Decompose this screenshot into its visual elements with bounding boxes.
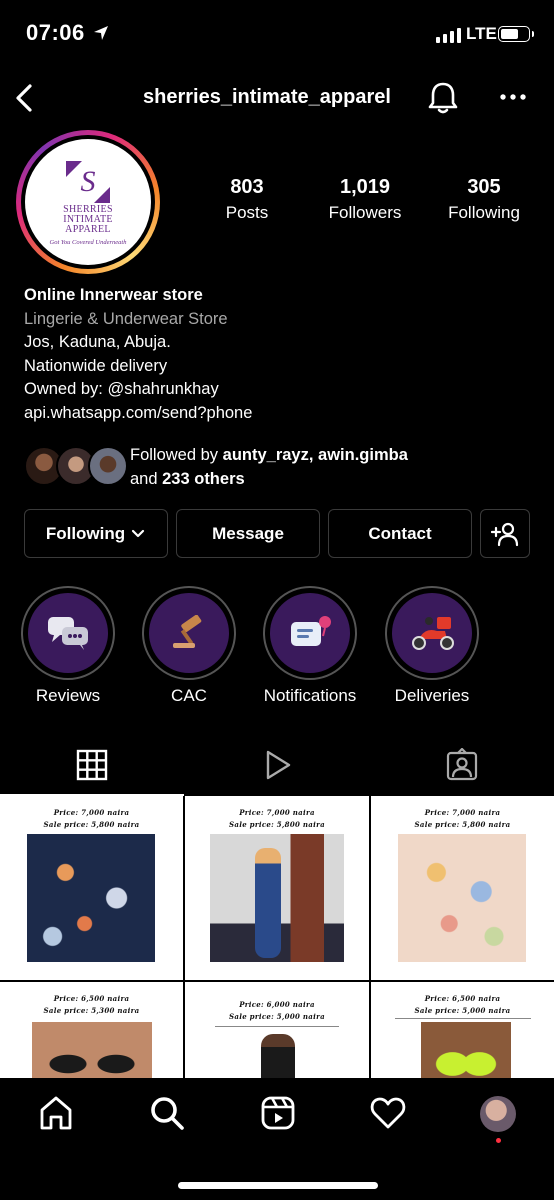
highlight-label-reviews: Reviews [35,686,101,705]
brand-monogram-icon: S [66,160,110,203]
more-options-icon[interactable] [498,82,528,112]
post-thumbnail[interactable]: Price: 7,000 naira Sale price: 5,800 nai… [0,796,183,980]
location-arrow-icon [94,26,108,40]
reels-icon[interactable] [259,1094,297,1132]
posts-count: 803 [230,176,264,198]
bio-line-locations: Jos, Kaduna, Abuja. [24,333,171,352]
notification-card-icon [291,616,331,646]
post-image [32,1022,152,1078]
notification-dot [496,1138,501,1143]
highlight-notifications[interactable]: Notifications [263,586,357,705]
following-label: Following [448,203,520,222]
following-count: 305 [467,176,501,198]
top-nav: sherries_intimate_apparel [0,76,554,120]
following-button[interactable]: Following [24,509,168,558]
cellular-signal-icon [436,28,461,43]
bio-line-delivery: Nationwide delivery [24,356,168,375]
tab-reels[interactable] [184,734,370,796]
logo-tagline: Got You Covered Underneath [49,238,127,246]
bio-category[interactable]: Lingerie & Underwear Store [24,308,534,332]
highlight-label-cac: CAC [171,686,207,705]
logo-brand-line3: APPAREL [65,223,111,235]
bio-line-owner: Owned by: @shahrunkhay [24,380,219,399]
post-image [27,834,155,962]
follower-avatar-3 [88,446,128,486]
profile-tab-avatar[interactable] [480,1096,516,1132]
highlight-reviews[interactable]: Reviews [21,586,115,705]
status-bar: 07:06 LTE [0,0,554,70]
bio-name: Online Innerwear store [24,286,203,304]
suggested-accounts-button[interactable] [480,509,530,558]
play-icon [266,750,291,780]
highlight-label-notifications: Notifications [263,686,357,705]
brand-logo: S SHERRIES INTIMATE APPAREL Got You Cove… [25,139,151,265]
chevron-down-icon [132,529,145,537]
bio-link[interactable]: api.whatsapp.com/send?phone [24,402,534,426]
stat-posts[interactable]: 803 Posts [207,176,287,223]
tagged-person-icon [446,748,478,781]
svg-text:S: S [81,165,96,198]
home-indicator[interactable] [178,1182,378,1189]
post-thumbnail[interactable]: Price: 6,500 naira Sale price: 5,300 nai… [0,982,183,1078]
grid-icon [76,749,108,781]
post-image [261,1034,295,1078]
status-time: 07:06 [26,20,85,45]
logo-brand-line2: INTIMATE [63,213,113,225]
logo-brand-line1: SHERRIES [63,203,113,215]
back-icon[interactable] [12,82,36,114]
posts-label: Posts [225,203,269,222]
add-person-icon [491,522,519,546]
highlight-deliveries[interactable]: Deliveries [385,586,479,705]
bottom-nav [0,1078,554,1200]
battery-icon [498,26,534,42]
home-icon[interactable] [37,1094,75,1132]
posts-grid: Price: 7,000 naira Sale price: 5,800 nai… [0,796,554,1078]
highlight-cac[interactable]: CAC [142,586,236,705]
followers-count: 1,019 [339,176,391,198]
post-image [398,834,526,962]
contact-button[interactable]: Contact [328,509,472,558]
tab-grid[interactable] [0,734,184,796]
profile-tabs [0,734,554,796]
followed-by-others[interactable]: 233 others [162,470,245,488]
network-type: LTE [466,24,497,43]
followed-by[interactable]: Followed by aunty_rayz, awin.gimba and 2… [24,444,534,492]
profile-username: sherries_intimate_apparel [143,86,391,108]
delivery-scooter-icon [412,617,454,650]
highlight-label-deliveries: Deliveries [394,686,470,705]
post-thumbnail[interactable]: Price: 6,500 naira Sale price: 5,000 nai… [371,982,554,1078]
follower-name-2[interactable]: awin.gimba [318,446,408,464]
follower-name-1[interactable]: aunty_rayz [223,446,309,464]
stat-following[interactable]: 305 Following [438,176,530,223]
post-thumbnail[interactable]: Price: 6,000 naira Sale price: 5,000 nai… [185,982,369,1078]
post-thumbnail[interactable]: Price: 7,000 naira Sale price: 5,800 nai… [185,796,369,980]
post-image [421,1022,511,1078]
post-thumbnail[interactable]: Price: 7,000 naira Sale price: 5,800 nai… [371,796,554,980]
message-button[interactable]: Message [176,509,320,558]
post-divider [215,1026,339,1027]
profile-bio: Online Innerwear store Lingerie & Underw… [24,284,534,426]
heart-icon[interactable] [369,1094,407,1132]
stat-followers[interactable]: 1,019 Followers [315,176,415,223]
tab-tagged[interactable] [370,734,554,796]
post-divider [395,1018,531,1019]
followers-label: Followers [328,203,402,222]
chat-bubbles-icon [48,617,88,650]
post-model [255,848,281,958]
bell-icon[interactable] [426,80,460,116]
search-icon[interactable] [148,1094,186,1132]
followed-by-text: Followed by aunty_rayz, awin.gimba and 2… [130,446,408,488]
gavel-icon [173,615,202,648]
profile-avatar[interactable]: S SHERRIES INTIMATE APPAREL Got You Cove… [16,130,160,274]
